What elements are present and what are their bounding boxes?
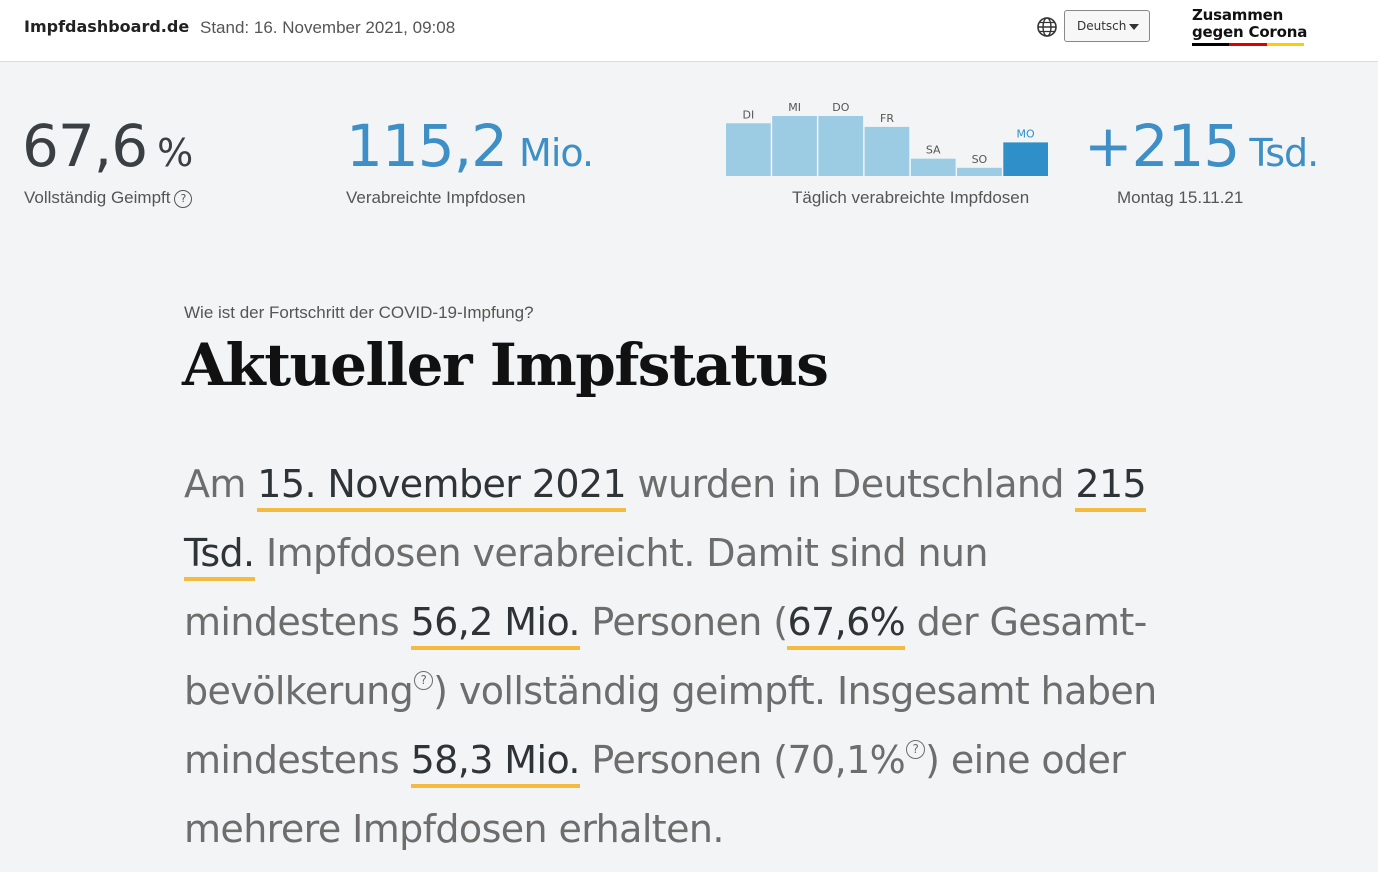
section-kicker: Wie ist der Fortschritt der COVID-19-Imp…	[184, 303, 534, 322]
daily-doses-number: +215	[1084, 112, 1240, 180]
language-select[interactable]: Deutsch	[1064, 10, 1150, 42]
daily-bar-label: SO	[972, 153, 988, 166]
daily-bar-label: FR	[880, 112, 894, 125]
logo-flag-stripe	[1192, 43, 1304, 46]
help-icon[interactable]: ?	[414, 671, 434, 690]
daily-bar-label: DO	[832, 102, 849, 114]
daily-doses-date: Montag 15.11.21	[1117, 188, 1244, 207]
daily-bar-sa	[910, 158, 956, 176]
language-select-value: Deutsch	[1077, 19, 1127, 33]
data-timestamp: Stand: 16. November 2021, 09:08	[200, 18, 456, 37]
site-brand-link[interactable]: Impfdashboard.de	[24, 17, 189, 36]
daily-bar-label: SA	[926, 144, 941, 157]
help-icon[interactable]: ?	[174, 190, 193, 208]
daily-doses-unit: Tsd.	[1249, 131, 1319, 175]
highlight-date[interactable]: 15. November 2021	[257, 462, 627, 512]
daily-bar-do	[818, 116, 864, 176]
zusammen-gegen-corona-logo[interactable]: Zusammen gegen Corona	[1192, 6, 1308, 48]
daily-bar-label: MO	[1017, 127, 1035, 140]
doses-total-label: Verabreichte Impfdosen	[346, 188, 526, 207]
para-text: wurden in Deutschland	[626, 462, 1076, 506]
highlight-fully-vaccinated-persons[interactable]: 56,2 Mio.	[410, 600, 581, 650]
fully-vaccinated-unit: %	[157, 131, 193, 175]
chevron-down-icon	[1129, 24, 1139, 30]
fully-vaccinated-label: Vollständig Geimpft	[24, 188, 171, 207]
daily-doses-chart: DI MI DO FR SA SO MO	[726, 102, 1048, 176]
logo-line-2: gegen Corona	[1192, 23, 1308, 41]
fully-vaccinated-value: 67,6%	[22, 112, 193, 180]
help-icon[interactable]: ?	[906, 740, 926, 759]
daily-bar-label: DI	[743, 108, 755, 121]
top-bar: Impfdashboard.de Stand: 16. November 202…	[0, 0, 1378, 62]
daily-bar-mo	[1003, 142, 1048, 176]
daily-bar-label: MI	[788, 102, 801, 114]
daily-doses-value: +215 Tsd.	[1084, 112, 1319, 180]
para-text: Am	[184, 462, 258, 506]
daily-bar-fr	[864, 126, 910, 176]
highlight-at-least-one-dose-persons[interactable]: 58,3 Mio.	[410, 738, 581, 788]
status-paragraph: Am 15. November 2021 wurden in Deutschla…	[184, 450, 1184, 864]
fully-vaccinated-label-row: Vollständig Geimpft?	[24, 188, 193, 208]
daily-doses-chart-label: Täglich verabreichte Impfdosen	[792, 188, 1030, 207]
para-text: Personen (70,1%	[579, 738, 906, 782]
logo-line-1: Zusammen	[1192, 6, 1284, 24]
page-title: Aktueller Impfstatus	[182, 331, 829, 399]
doses-total-number: 115,2	[346, 112, 508, 180]
doses-total-unit: Mio.	[519, 131, 594, 175]
para-text: Personen (	[579, 600, 788, 644]
daily-bar-di	[726, 123, 771, 176]
fully-vaccinated-number: 67,6	[22, 112, 148, 180]
daily-bar-so	[957, 167, 1002, 176]
doses-total-value: 115,2 Mio.	[346, 112, 594, 180]
globe-icon	[1037, 17, 1057, 37]
highlight-fully-vaccinated-percent[interactable]: 67,6%	[787, 600, 906, 650]
daily-bar-mi	[772, 116, 817, 176]
